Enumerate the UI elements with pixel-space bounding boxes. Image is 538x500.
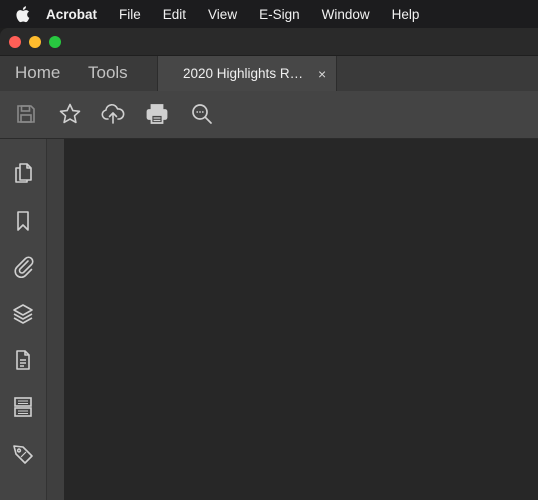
menu-file[interactable]: File bbox=[108, 7, 152, 22]
layers-button[interactable] bbox=[10, 301, 36, 327]
pages-icon bbox=[12, 161, 34, 185]
tags-button[interactable] bbox=[10, 441, 36, 467]
tab-document[interactable]: 2020 Highlights R… × bbox=[157, 56, 337, 92]
cloud-upload-icon bbox=[100, 102, 126, 126]
upload-button[interactable] bbox=[100, 101, 126, 127]
sidebar-panel-edge[interactable] bbox=[46, 139, 65, 500]
compare-icon bbox=[12, 395, 34, 419]
window-minimize-button[interactable] bbox=[29, 36, 41, 48]
search-button[interactable] bbox=[189, 101, 215, 127]
acrobat-window: Home Tools 2020 Highlights R… × bbox=[0, 28, 538, 500]
page-thumbnails-button[interactable] bbox=[10, 160, 36, 186]
apple-menu-icon[interactable] bbox=[8, 5, 36, 23]
menu-acrobat[interactable]: Acrobat bbox=[36, 7, 108, 22]
print-icon bbox=[145, 102, 169, 126]
tab-home[interactable]: Home bbox=[15, 63, 60, 83]
document-properties-button[interactable] bbox=[10, 347, 36, 373]
bookmark-icon bbox=[12, 209, 34, 233]
window-close-button[interactable] bbox=[9, 36, 21, 48]
layers-icon bbox=[12, 302, 34, 326]
tab-document-title: 2020 Highlights R… bbox=[183, 66, 304, 81]
menu-edit[interactable]: Edit bbox=[152, 7, 197, 22]
toolbar bbox=[0, 91, 538, 139]
tab-bar: Home Tools 2020 Highlights R… × bbox=[0, 55, 538, 92]
tab-tools[interactable]: Tools bbox=[88, 63, 128, 83]
menu-bar: Acrobat File Edit View E-Sign Window Hel… bbox=[0, 0, 538, 28]
bookmarks-button[interactable] bbox=[10, 208, 36, 234]
left-sidebar bbox=[0, 139, 46, 500]
print-button[interactable] bbox=[144, 101, 170, 127]
search-more-icon bbox=[190, 102, 214, 126]
attachments-button[interactable] bbox=[10, 254, 36, 280]
save-button[interactable] bbox=[13, 101, 39, 127]
menu-esign[interactable]: E-Sign bbox=[248, 7, 311, 22]
tag-icon bbox=[11, 442, 35, 466]
tab-close-icon[interactable]: × bbox=[318, 66, 326, 82]
attachment-icon bbox=[12, 255, 34, 279]
menu-help[interactable]: Help bbox=[381, 7, 431, 22]
document-icon bbox=[12, 348, 34, 372]
bookmark-star-button[interactable] bbox=[57, 101, 83, 127]
window-zoom-button[interactable] bbox=[49, 36, 61, 48]
menu-view[interactable]: View bbox=[197, 7, 248, 22]
document-view[interactable] bbox=[64, 139, 538, 500]
save-icon bbox=[15, 103, 37, 125]
star-icon bbox=[58, 102, 82, 126]
title-bar bbox=[0, 28, 538, 55]
compare-button[interactable] bbox=[10, 394, 36, 420]
menu-window[interactable]: Window bbox=[311, 7, 381, 22]
